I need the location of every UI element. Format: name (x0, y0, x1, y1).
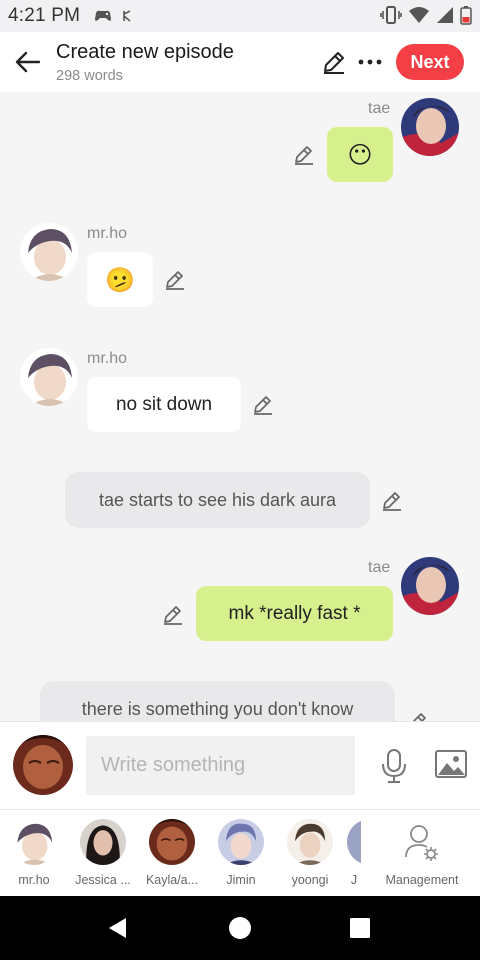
more-horizontal-icon (358, 59, 382, 65)
character-item[interactable]: yoongi (278, 819, 342, 891)
message-bubble[interactable]: 🫤 (87, 252, 153, 307)
kayla-avatar-image (13, 735, 73, 795)
battery-icon (460, 6, 472, 25)
edit-message-button[interactable] (251, 392, 275, 416)
pencil-icon (383, 492, 401, 511)
user-settings-icon (405, 825, 438, 861)
character-item[interactable]: Jimin (209, 819, 273, 891)
avatar[interactable] (401, 557, 459, 615)
narration-text: tae starts to see his dark aura (98, 489, 337, 510)
character-name: Kayla/a... (145, 873, 199, 887)
edit-message-button[interactable] (380, 488, 404, 512)
arrow-left-icon (15, 51, 41, 73)
mr-ho-avatar-image (20, 348, 78, 406)
speaker-name: tae (368, 559, 391, 576)
avatar (218, 819, 264, 865)
pencil-icon (164, 606, 182, 625)
jimin-avatar-image (218, 819, 264, 865)
jessica-avatar-image (80, 819, 126, 865)
signal-icon (437, 7, 453, 23)
message-text: 😶 (347, 140, 373, 169)
message-text: mk *really fast * (228, 602, 361, 624)
character-name: mr.ho (18, 873, 50, 887)
pencil-icon (324, 52, 344, 74)
more-options-button[interactable] (356, 48, 384, 76)
microphone-icon (382, 749, 406, 783)
avatar[interactable] (20, 223, 78, 281)
add-image-button[interactable] (434, 749, 468, 779)
yoongi-avatar-image (287, 819, 333, 865)
app-header: Create new episode 298 words Next (0, 32, 480, 92)
speaker-name: mr.ho (87, 350, 128, 367)
mr-ho-avatar-image (11, 819, 57, 865)
pencil-icon (412, 713, 426, 721)
edit-title-button[interactable] (320, 48, 348, 76)
back-triangle-icon[interactable] (106, 916, 130, 940)
avatar (80, 819, 126, 865)
tae-avatar-image (401, 98, 459, 156)
character-item[interactable]: mr.ho (2, 819, 66, 891)
message-composer (0, 721, 480, 809)
voice-button[interactable] (378, 748, 410, 784)
next-button[interactable]: Next (396, 44, 464, 80)
status-time: 4:21 PM (8, 5, 81, 26)
avatar (11, 819, 57, 865)
character-item[interactable]: Jessica ... (71, 819, 135, 891)
home-circle-icon[interactable] (228, 916, 252, 940)
wifi-icon (409, 7, 429, 23)
character-name: yoongi (291, 873, 329, 887)
status-bar: 4:21 PM (0, 0, 480, 32)
narration-bubble[interactable]: there is something you don't know (40, 681, 395, 721)
speaker-name: mr.ho (87, 225, 128, 242)
recents-square-icon[interactable] (349, 917, 371, 939)
word-count: 298 words (56, 68, 123, 84)
currency-icon (123, 10, 131, 22)
character-bar[interactable]: mr.ho Jessica ... Kayla/a... Jimin yoong… (0, 809, 480, 896)
character-name: J (350, 873, 358, 887)
edit-message-button[interactable] (406, 709, 430, 721)
pencil-icon (295, 146, 313, 165)
back-button[interactable] (12, 46, 44, 78)
j-avatar-image (347, 819, 361, 865)
mr-ho-avatar-image (20, 223, 78, 281)
narration-bubble[interactable]: tae starts to see his dark aura (65, 472, 370, 528)
message-bubble[interactable]: no sit down (87, 377, 241, 432)
chat-thread[interactable]: tae 😶 mr.ho 🫤 mr.ho no sit down tae star… (0, 92, 480, 721)
avatar (347, 819, 361, 865)
kayla-avatar-image (149, 819, 195, 865)
message-bubble[interactable]: mk *really fast * (196, 586, 393, 641)
page-title: Create new episode (56, 41, 234, 63)
message-text: 🫤 (105, 265, 135, 294)
message-input[interactable] (86, 736, 355, 795)
vibrate-icon (380, 6, 402, 24)
narration-text: there is something you don't know (81, 699, 354, 719)
management-label: Management (385, 873, 459, 887)
message-text: no sit down (115, 393, 213, 415)
message-bubble[interactable]: 😶 (327, 127, 393, 182)
edit-message-button[interactable] (292, 142, 316, 166)
pencil-icon (254, 396, 272, 415)
system-nav-bar (0, 896, 480, 960)
character-item[interactable]: J (347, 819, 361, 891)
selected-character-avatar[interactable] (13, 735, 73, 795)
avatar (287, 819, 333, 865)
edit-message-button[interactable] (163, 267, 187, 291)
game-controller-icon (95, 10, 112, 21)
character-name: Jessica ... (75, 873, 131, 887)
edit-message-button[interactable] (161, 602, 185, 626)
avatar[interactable] (401, 98, 459, 156)
speaker-name: tae (368, 100, 391, 117)
character-item[interactable]: Kayla/a... (140, 819, 204, 891)
tae-avatar-image (401, 557, 459, 615)
pencil-icon (166, 271, 184, 290)
management-button[interactable]: Management (380, 819, 464, 891)
avatar (149, 819, 195, 865)
avatar[interactable] (20, 348, 78, 406)
character-name: Jimin (226, 873, 256, 887)
image-icon (435, 750, 467, 778)
